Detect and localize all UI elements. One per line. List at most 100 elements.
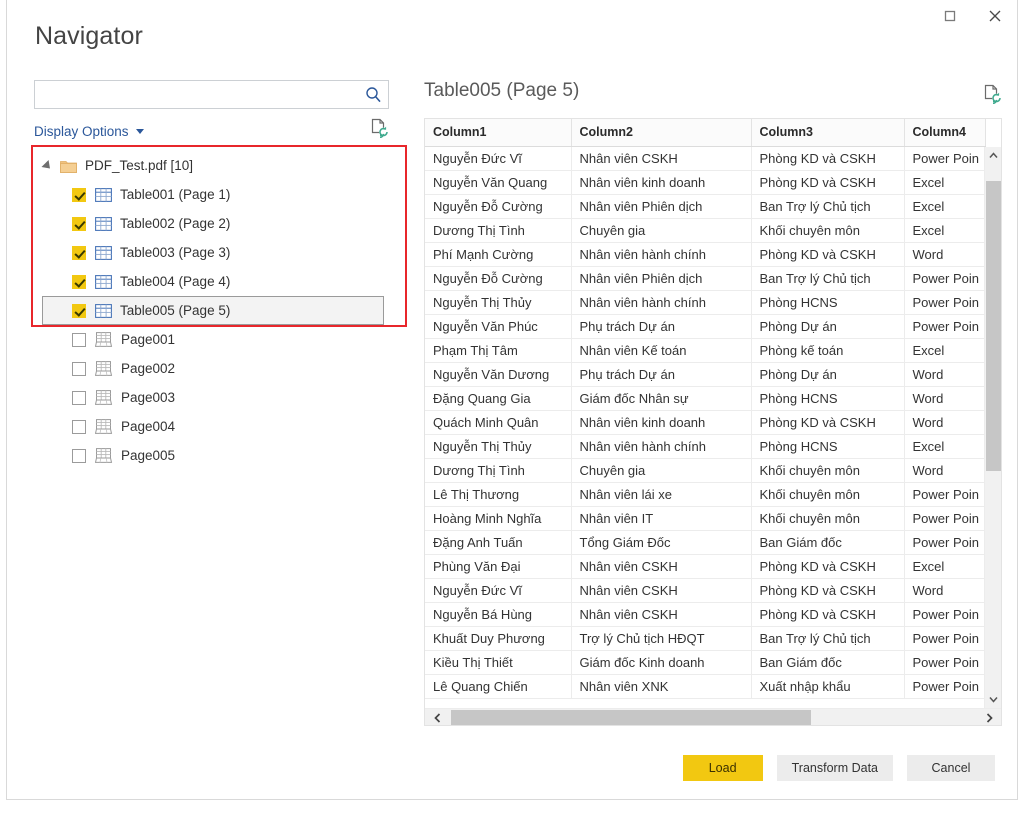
maximize-button[interactable] xyxy=(927,0,972,32)
page-grid-icon xyxy=(95,448,113,463)
horizontal-scrollbar[interactable] xyxy=(425,708,1001,725)
checkbox-unchecked[interactable] xyxy=(72,420,86,434)
vertical-scrollbar[interactable] xyxy=(984,147,1001,708)
column-header[interactable]: Column4 xyxy=(904,119,985,146)
table-cell: Nhân viên kinh doanh xyxy=(571,410,751,434)
table-glyph xyxy=(95,246,112,260)
table-cell: Nguyễn Văn Quang xyxy=(425,170,571,194)
column-header[interactable]: Column2 xyxy=(571,119,751,146)
search-icon[interactable] xyxy=(358,81,388,108)
table-cell: Giám đốc Kinh doanh xyxy=(571,650,751,674)
scroll-down-button[interactable] xyxy=(985,691,1002,708)
tree-item-label: Table001 (Page 1) xyxy=(120,187,230,202)
table-cell: Power Poin xyxy=(904,314,985,338)
document-refresh-icon[interactable] xyxy=(370,118,389,143)
table-cell: Trợ lý Chủ tịch HĐQT xyxy=(571,626,751,650)
tree-item-page002[interactable]: Page002 xyxy=(34,354,402,383)
checkbox-checked[interactable] xyxy=(72,217,86,231)
checkbox-checked[interactable] xyxy=(72,246,86,260)
navigator-tree: PDF_Test.pdf [10] Table001 (Page 1) Table… xyxy=(34,151,402,470)
page-grid-glyph xyxy=(95,419,113,434)
vertical-scroll-thumb[interactable] xyxy=(986,181,1001,471)
tree-item-page005[interactable]: Page005 xyxy=(34,441,402,470)
table-cell: Nhân viên CSKH xyxy=(571,146,751,170)
table-icon xyxy=(95,275,112,289)
table-cell: Khối chuyên môn xyxy=(751,218,904,242)
display-options-row: Display Options xyxy=(34,119,389,143)
table-cell: Quách Minh Quân xyxy=(425,410,571,434)
document-refresh-icon[interactable] xyxy=(983,84,1002,109)
table-row: Đặng Quang GiaGiám đốc Nhân sựPhòng HCNS… xyxy=(425,386,985,410)
checkbox-checked[interactable] xyxy=(72,304,86,318)
table-cell: Excel xyxy=(904,194,985,218)
chevron-up-icon xyxy=(989,152,998,159)
table-cell: Phòng kế toán xyxy=(751,338,904,362)
page-grid-glyph xyxy=(95,361,113,376)
maximize-icon xyxy=(944,10,956,22)
table-cell: Nguyễn Đức Vĩ xyxy=(425,146,571,170)
close-button[interactable] xyxy=(972,0,1017,32)
table-cell: Power Poin xyxy=(904,290,985,314)
table-cell: Phòng KD và CSKH xyxy=(751,410,904,434)
table-row: Lê Quang ChiếnNhân viên XNKXuất nhập khẩ… xyxy=(425,674,985,698)
checkbox-unchecked[interactable] xyxy=(72,333,86,347)
tree-item-page004[interactable]: Page004 xyxy=(34,412,402,441)
table-icon xyxy=(95,246,112,260)
checkbox-checked[interactable] xyxy=(72,188,86,202)
table-row: Phạm Thị TâmNhân viên Kế toánPhòng kế to… xyxy=(425,338,985,362)
tree-item-page003[interactable]: Page003 xyxy=(34,383,402,412)
table-cell: Word xyxy=(904,362,985,386)
refresh-glyph xyxy=(370,118,389,138)
checkbox-unchecked[interactable] xyxy=(72,449,86,463)
table-cell: Nhân viên kinh doanh xyxy=(571,170,751,194)
display-options-label: Display Options xyxy=(34,124,129,139)
table-cell: Dương Thị Tình xyxy=(425,218,571,242)
load-button[interactable]: Load xyxy=(683,755,763,781)
tree-item-table004-page-4[interactable]: Table004 (Page 4) xyxy=(34,267,402,296)
table-cell: Nhân viên hành chính xyxy=(571,434,751,458)
table-cell: Phòng KD và CSKH xyxy=(751,242,904,266)
display-options-dropdown[interactable]: Display Options xyxy=(34,124,144,139)
tree-item-table003-page-3[interactable]: Table003 (Page 3) xyxy=(34,238,402,267)
checkbox-unchecked[interactable] xyxy=(72,362,86,376)
table-cell: Dương Thị Tình xyxy=(425,458,571,482)
table-cell: Nhân viên hành chính xyxy=(571,242,751,266)
table-cell: Power Poin xyxy=(904,650,985,674)
table-cell: Nguyễn Thị Thủy xyxy=(425,290,571,314)
horizontal-scroll-thumb[interactable] xyxy=(451,710,811,725)
table-cell: Nguyễn Văn Dương xyxy=(425,362,571,386)
expander-triangle-icon[interactable] xyxy=(41,159,53,171)
table-cell: Khối chuyên môn xyxy=(751,482,904,506)
tree-item-label: Page003 xyxy=(121,390,175,405)
tree-item-page001[interactable]: Page001 xyxy=(34,325,402,354)
table-cell: Nguyễn Văn Phúc xyxy=(425,314,571,338)
checkbox-checked[interactable] xyxy=(72,275,86,289)
cancel-button[interactable]: Cancel xyxy=(907,755,995,781)
table-cell: Excel xyxy=(904,338,985,362)
column-header[interactable]: Column3 xyxy=(751,119,904,146)
table-row: Dương Thị TìnhChuyên giaKhối chuyên mônE… xyxy=(425,218,985,242)
table-cell: Nhân viên Phiên dịch xyxy=(571,266,751,290)
column-header[interactable]: Column1 xyxy=(425,119,571,146)
table-cell: Nhân viên XNK xyxy=(571,674,751,698)
table-cell: Phòng HCNS xyxy=(751,386,904,410)
tree-item-table002-page-2[interactable]: Table002 (Page 2) xyxy=(34,209,402,238)
table-row: Khuất Duy PhươngTrợ lý Chủ tịch HĐQTBan … xyxy=(425,626,985,650)
scroll-left-button[interactable] xyxy=(425,709,449,726)
chevron-down-icon xyxy=(989,696,998,703)
table-glyph xyxy=(95,275,112,289)
checkbox-unchecked[interactable] xyxy=(72,391,86,405)
scroll-up-button[interactable] xyxy=(985,147,1002,164)
transform-data-button[interactable]: Transform Data xyxy=(777,755,893,781)
search-box[interactable] xyxy=(34,80,389,109)
table-row: Quách Minh QuânNhân viên kinh doanhPhòng… xyxy=(425,410,985,434)
tree-root-pdf-test[interactable]: PDF_Test.pdf [10] xyxy=(34,151,402,180)
preview-pane: Table005 (Page 5) Column1Column2Column3C… xyxy=(424,80,1002,720)
tree-item-table005-page-5[interactable]: Table005 (Page 5) xyxy=(42,296,384,325)
table-cell: Phòng KD và CSKH xyxy=(751,602,904,626)
table-cell: Phòng HCNS xyxy=(751,434,904,458)
tree-item-table001-page-1[interactable]: Table001 (Page 1) xyxy=(34,180,402,209)
search-input[interactable] xyxy=(35,81,358,108)
table-cell: Phùng Văn Đại xyxy=(425,554,571,578)
scroll-right-button[interactable] xyxy=(977,709,1001,726)
